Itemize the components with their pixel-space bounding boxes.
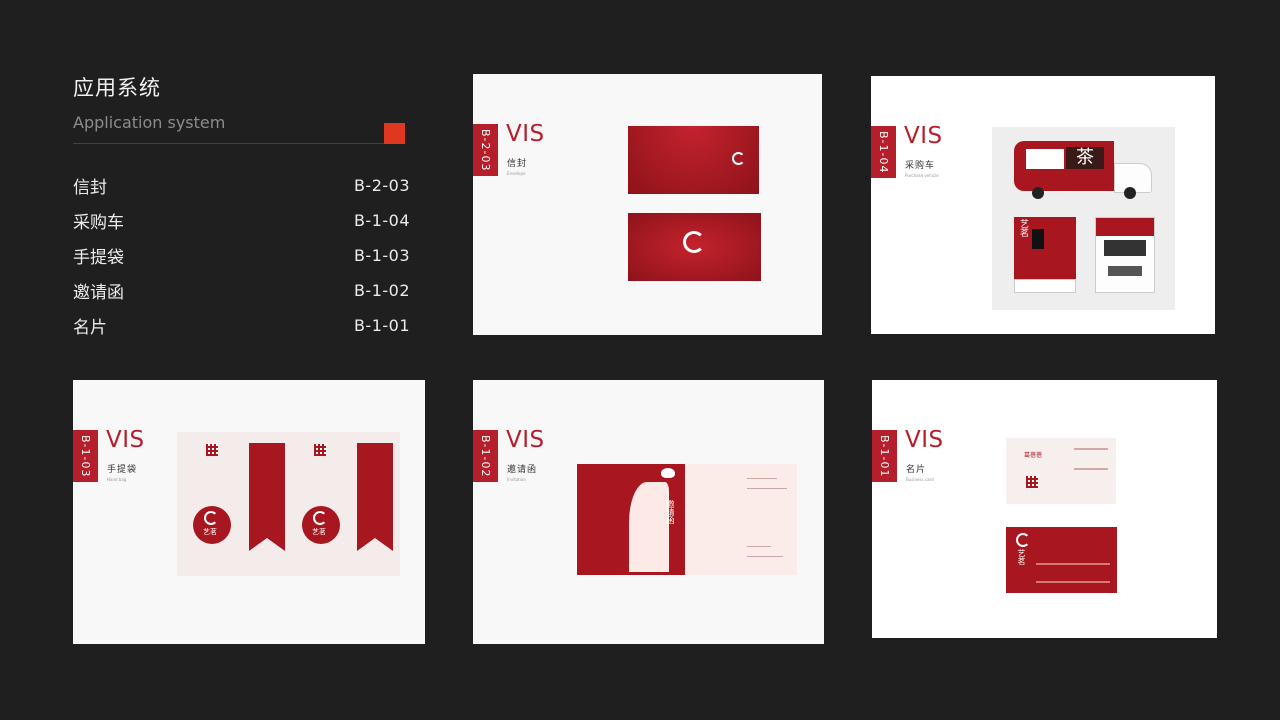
truck-front-roof: [1096, 218, 1154, 236]
card-item-ename: Envelope: [507, 171, 526, 176]
envelope-front: [628, 213, 761, 281]
card-item-name: 名片: [906, 465, 927, 475]
card-item-ename: Business card: [906, 477, 934, 482]
card-code-tag: B-1-03: [73, 430, 98, 482]
card-item-ename: Purchase vehicle: [905, 173, 939, 178]
architecture-illustration: [1074, 448, 1108, 470]
index-item-label: 采购车: [73, 213, 124, 233]
bag-side-panel: [357, 443, 393, 551]
index-item-code: B-1-03: [353, 246, 410, 265]
index-item-invitation[interactable]: 邀请函 B-1-02: [73, 273, 410, 308]
vis-label: VIS: [106, 427, 145, 453]
invitation-inner: [685, 464, 797, 575]
index-item-code: B-1-02: [353, 281, 410, 300]
application-index: 信封 B-2-03 采购车 B-1-04 手提袋 B-1-03 邀请函 B-1-…: [73, 168, 410, 343]
accent-square: [384, 123, 405, 144]
truck-wheel: [1124, 187, 1136, 199]
brand-logo: 艺茗: [312, 528, 326, 536]
qr-code-icon: [206, 444, 218, 456]
card-person-name: 葛蓓蓓: [1024, 452, 1043, 459]
brand-logo: 艺茗: [1018, 219, 1028, 237]
card-item-name: 手提袋: [107, 465, 138, 475]
vis-label: VIS: [506, 427, 545, 453]
qr-code-icon: [1026, 476, 1038, 488]
card-item-ename: Hand bag: [107, 477, 127, 482]
card-business-card[interactable]: B-1-01 VIS 名片 Business card 葛蓓蓓 艺茗: [872, 380, 1217, 638]
index-item-bag[interactable]: 手提袋 B-1-03: [73, 238, 410, 273]
bag-circle-logo: 艺茗: [193, 506, 231, 544]
truck-door-window: [1032, 229, 1044, 249]
invitation-text-line: [747, 478, 777, 479]
card-code-tag: B-1-01: [872, 430, 897, 482]
logo-icon: [313, 511, 327, 525]
truck-sign: 茶: [1066, 147, 1104, 169]
card-code-tag: B-1-04: [871, 126, 896, 178]
logo-icon: [732, 152, 745, 165]
section-title: 应用系统: [73, 76, 161, 100]
truck-box: 茶: [1014, 141, 1114, 191]
index-item-code: B-2-03: [353, 176, 410, 195]
index-item-truck[interactable]: 采购车 B-1-04: [73, 203, 410, 238]
vis-label: VIS: [905, 427, 944, 453]
index-item-code: B-1-04: [353, 211, 410, 230]
teapot-icon: [661, 468, 675, 478]
truck-wheel: [1032, 187, 1044, 199]
card-item-name: 采购车: [905, 161, 936, 171]
envelope-back: [628, 126, 759, 194]
card-invitation[interactable]: B-1-02 VIS 邀请函 Invitation 邀请函: [473, 380, 824, 644]
section-subtitle: Application system: [73, 113, 226, 132]
qr-code-icon: [314, 444, 326, 456]
bag-mockup: 艺茗 艺茗: [177, 432, 400, 576]
index-item-label: 名片: [73, 318, 107, 338]
tea-stream-shape: [629, 482, 669, 572]
invitation-text-line: [747, 556, 783, 557]
invitation-cover: 邀请函: [577, 464, 685, 575]
business-card-front: 葛蓓蓓: [1006, 438, 1116, 504]
invitation-cover-title: 邀请函: [666, 500, 675, 524]
index-item-business-card[interactable]: 名片 B-1-01: [73, 308, 410, 343]
architecture-illustration: [1036, 563, 1110, 583]
card-item-name: 信封: [507, 159, 528, 169]
title-rule: [73, 143, 405, 144]
logo-icon: [683, 231, 705, 253]
card-code-tag: B-2-03: [473, 124, 498, 176]
vis-label: VIS: [904, 123, 943, 149]
brand-logo: 艺茗: [203, 528, 217, 536]
logo-icon: [204, 511, 218, 525]
card-code-tag: B-1-02: [473, 430, 498, 482]
business-card-back: 艺茗: [1006, 527, 1117, 593]
bag-side-panel: [249, 443, 285, 551]
invitation-text-line: [747, 546, 771, 547]
logo-icon: [1016, 533, 1030, 547]
index-item-label: 邀请函: [73, 283, 124, 303]
brand-logo: 艺茗: [1017, 549, 1026, 565]
invitation-text-line: [747, 488, 787, 489]
index-item-label: 手提袋: [73, 248, 124, 268]
index-item-label: 信封: [73, 178, 107, 198]
card-item-name: 邀请函: [507, 465, 538, 475]
card-bag[interactable]: B-1-03 VIS 手提袋 Hand bag 艺茗 艺茗: [73, 380, 425, 644]
card-item-ename: Invitation: [507, 477, 526, 482]
card-truck[interactable]: B-1-04 VIS 采购车 Purchase vehicle 茶 艺茗: [871, 76, 1215, 334]
truck-rear-bumper: [1014, 279, 1076, 293]
vis-label: VIS: [506, 121, 545, 147]
bag-circle-logo: 艺茗: [302, 506, 340, 544]
index-item-code: B-1-01: [353, 316, 410, 335]
truck-windshield: [1104, 240, 1146, 256]
truck-window: [1026, 149, 1064, 169]
card-envelope[interactable]: B-2-03 VIS 信封 Envelope: [473, 74, 822, 335]
index-item-envelope[interactable]: 信封 B-2-03: [73, 168, 410, 203]
truck-mockup: 茶 艺茗: [992, 127, 1175, 310]
truck-front-view: [1095, 217, 1155, 293]
truck-grille: [1108, 266, 1142, 276]
